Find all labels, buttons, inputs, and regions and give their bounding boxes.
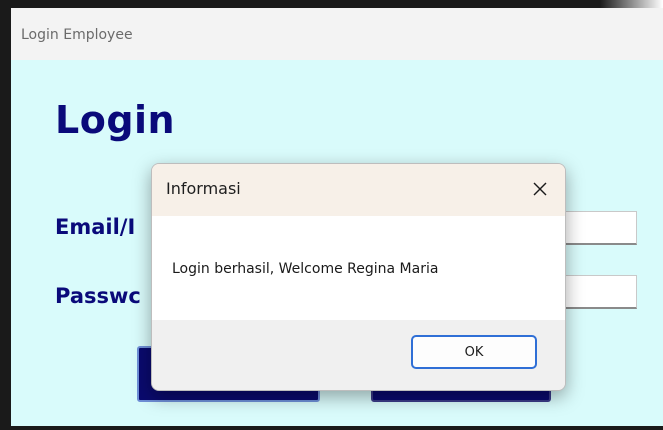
dialog-title: Informasi	[166, 179, 241, 198]
background-edge-left	[0, 0, 11, 430]
dialog-footer: OK	[152, 320, 565, 390]
background-edge-bottom	[0, 426, 663, 430]
close-icon	[533, 182, 547, 196]
background-edge-top	[0, 0, 663, 8]
ok-button[interactable]: OK	[411, 335, 537, 369]
screen: Login Employee Login Email/I Passwc Info…	[0, 0, 663, 430]
info-dialog: Informasi Login berhasil, Welcome Regina…	[151, 163, 566, 391]
dialog-close-button[interactable]	[523, 174, 557, 204]
dialog-titlebar[interactable]: Informasi	[152, 164, 565, 216]
email-label: Email/I	[55, 215, 136, 239]
window-title: Login Employee	[21, 27, 133, 43]
dialog-body: Login berhasil, Welcome Regina Maria	[152, 216, 565, 320]
password-label: Passwc	[55, 284, 141, 308]
window-titlebar[interactable]: Login Employee	[11, 8, 663, 60]
login-heading: Login	[55, 98, 176, 142]
dialog-message: Login berhasil, Welcome Regina Maria	[172, 261, 439, 277]
